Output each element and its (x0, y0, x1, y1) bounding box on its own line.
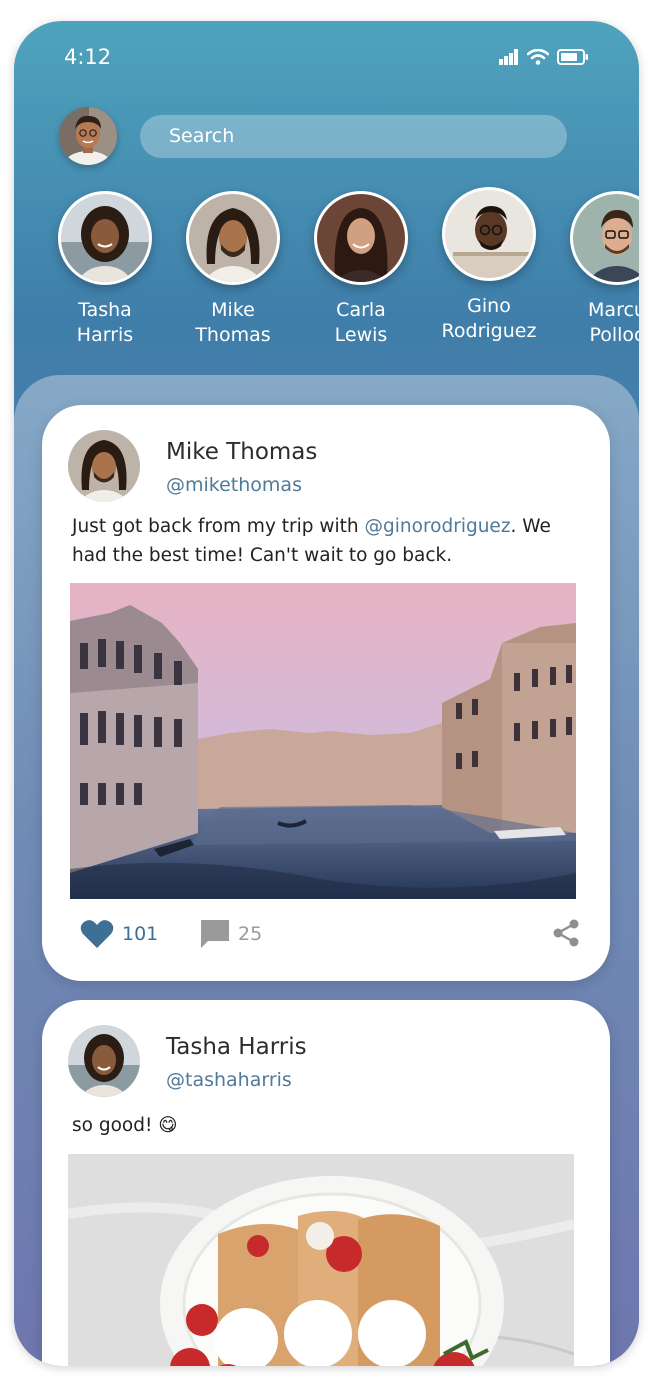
story-name: Tasha Harris (76, 299, 134, 346)
story-name: MarcuPolloc (588, 299, 639, 346)
story-tasha-harris[interactable]: Tasha Harris (55, 191, 155, 348)
post-image-crepes[interactable] (68, 1154, 574, 1366)
post-author-avatar[interactable] (68, 430, 140, 502)
post-author-name[interactable]: Tasha Harris (166, 1034, 307, 1060)
post-text: so good! 😋 (72, 1115, 178, 1136)
story-avatar (314, 191, 408, 285)
story-name: Carla Lewis (334, 299, 388, 346)
post-card: Mike Thomas @mikethomas Just got back fr… (42, 405, 610, 981)
battery-icon (557, 49, 588, 65)
story-name: Mike Thomas (195, 299, 271, 346)
phone-screen: 4:12 Search Tasha Harris Mike Thomas Car… (14, 21, 639, 1366)
feed: Mike Thomas @mikethomas Just got back fr… (14, 375, 639, 1366)
story-name: Gino Rodriguez (441, 295, 537, 342)
story-avatar (186, 191, 280, 285)
wifi-icon (527, 49, 549, 65)
post-text: Just got back from my trip with @ginorod… (72, 516, 551, 566)
post-actions: 101 25 (42, 895, 610, 981)
post-author-handle[interactable]: @tashaharris (166, 1069, 292, 1091)
share-button[interactable] (552, 919, 580, 951)
post-author-handle[interactable]: @mikethomas (166, 474, 302, 496)
story-avatar (58, 191, 152, 285)
status-icons (499, 49, 589, 65)
status-time: 4:12 (64, 45, 112, 69)
post-card: Tasha Harris @tashaharris so good! 😋 (42, 1000, 610, 1366)
heart-icon (80, 920, 114, 948)
signal-icon (499, 49, 518, 65)
post-author-name[interactable]: Mike Thomas (166, 439, 317, 465)
mention-link[interactable]: @ginorodriguez (365, 516, 511, 537)
comment-button[interactable]: 25 (200, 919, 262, 949)
story-avatar (442, 187, 536, 281)
like-count: 101 (122, 923, 159, 945)
story-gino-rodriguez[interactable]: Gino Rodriguez (439, 187, 539, 344)
post-image-venice[interactable] (70, 583, 576, 899)
story-avatar (570, 191, 639, 285)
search-input[interactable]: Search (140, 115, 567, 158)
comment-icon (201, 920, 229, 948)
like-button[interactable]: 101 (80, 919, 158, 949)
post-author-avatar[interactable] (68, 1025, 140, 1097)
profile-avatar[interactable] (59, 107, 117, 165)
story-carla-lewis[interactable]: Carla Lewis (311, 191, 411, 348)
story-marcus-pollock[interactable]: MarcuPolloc (567, 191, 639, 348)
share-icon (553, 919, 579, 947)
story-mike-thomas[interactable]: Mike Thomas (183, 191, 283, 348)
comment-count: 25 (238, 923, 263, 945)
